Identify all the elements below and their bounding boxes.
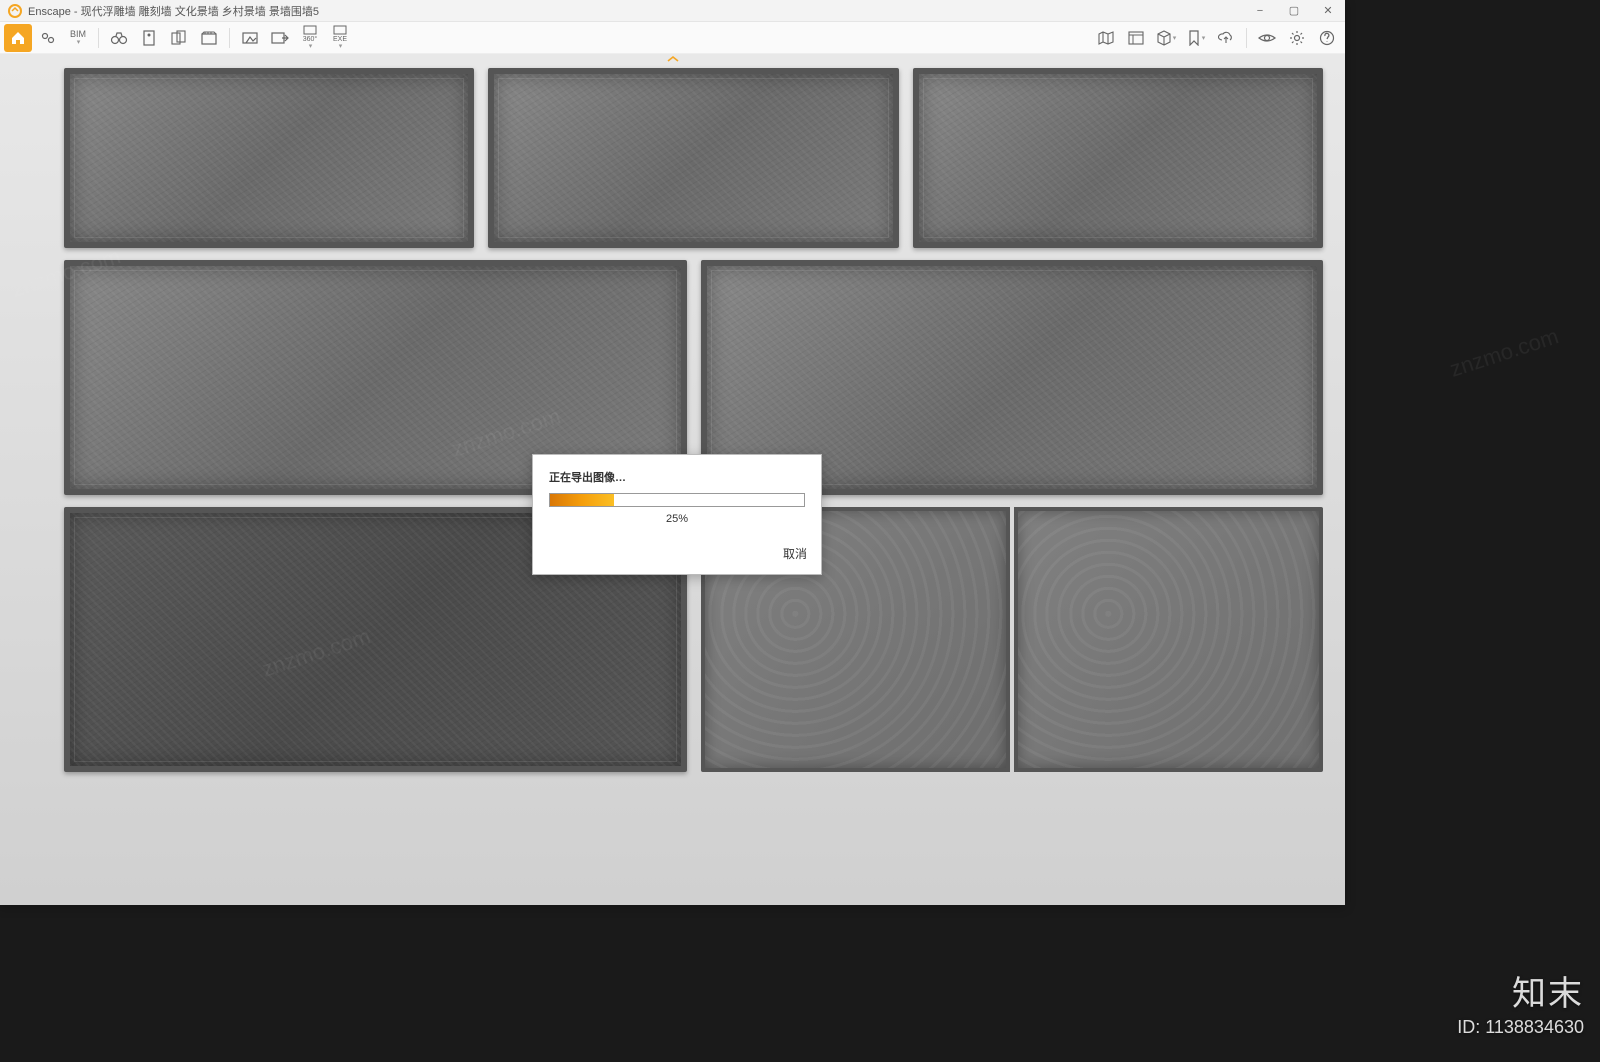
map-button[interactable]: [1092, 24, 1120, 52]
watermark-diagonal: znzmo.com: [1446, 323, 1561, 382]
visual-settings-button[interactable]: [1253, 24, 1281, 52]
cancel-button[interactable]: 取消: [783, 547, 807, 561]
maximize-button[interactable]: ▢: [1277, 0, 1311, 21]
chevron-down-icon: ▾: [1202, 34, 1206, 42]
assets-button[interactable]: [1122, 24, 1150, 52]
progress-percent: 25%: [549, 513, 805, 525]
screenshot-export-button[interactable]: [266, 24, 294, 52]
panorama-button[interactable]: 360°▾: [296, 24, 324, 52]
toolbar: BIM▾ 360°▾ EXE▾: [0, 22, 1345, 54]
exe-export-button[interactable]: EXE▾: [326, 24, 354, 52]
watermark-brand: 知末: [1457, 966, 1584, 1015]
bim-button[interactable]: BIM▾: [64, 24, 92, 52]
relief-panel: [64, 68, 474, 248]
close-button[interactable]: ✕: [1311, 0, 1345, 21]
watermark: 知末 ID: 1138834630: [1457, 966, 1584, 1038]
chevron-down-icon: ▾: [1173, 34, 1177, 42]
separator: [98, 28, 99, 48]
help-button[interactable]: [1313, 24, 1341, 52]
home-button[interactable]: [4, 24, 32, 52]
relief-panel: [913, 68, 1323, 248]
dialog-message: 正在导出图像…: [549, 469, 805, 485]
window-title: Enscape - 现代浮雕墙 雕刻墙 文化景墙 乡村景墙 景墙围墙5: [28, 3, 1243, 19]
settings-button[interactable]: [1283, 24, 1311, 52]
location-button[interactable]: [34, 24, 62, 52]
enscape-logo-icon: [6, 2, 24, 20]
single-page-button[interactable]: [135, 24, 163, 52]
export-dialog: 正在导出图像… 25% 取消: [532, 454, 822, 575]
separator: [229, 28, 230, 48]
cube-button[interactable]: ▾: [1152, 24, 1180, 52]
watermark-id: ID: 1138834630: [1457, 1017, 1584, 1038]
chevron-down-icon: ▾: [77, 39, 81, 46]
progress-fill: [550, 494, 614, 506]
screenshot-button[interactable]: [236, 24, 264, 52]
video-button[interactable]: [195, 24, 223, 52]
expand-handle[interactable]: [661, 54, 685, 64]
multi-page-button[interactable]: [165, 24, 193, 52]
separator: [1246, 28, 1247, 48]
app-window: Enscape - 现代浮雕墙 雕刻墙 文化景墙 乡村景墙 景墙围墙5 − ▢ …: [0, 0, 1345, 905]
viewport[interactable]: 正在导出图像… 25% 取消: [0, 54, 1345, 905]
relief-panel: [1014, 507, 1323, 772]
progress-bar: [549, 493, 805, 507]
titlebar: Enscape - 现代浮雕墙 雕刻墙 文化景墙 乡村景墙 景墙围墙5 − ▢ …: [0, 0, 1345, 22]
chevron-down-icon: ▾: [309, 43, 313, 50]
bookmark-button[interactable]: ▾: [1182, 24, 1210, 52]
binoculars-button[interactable]: [105, 24, 133, 52]
relief-panel: [488, 68, 898, 248]
chevron-down-icon: ▾: [339, 43, 343, 50]
minimize-button[interactable]: −: [1243, 0, 1277, 21]
upload-button[interactable]: [1212, 24, 1240, 52]
